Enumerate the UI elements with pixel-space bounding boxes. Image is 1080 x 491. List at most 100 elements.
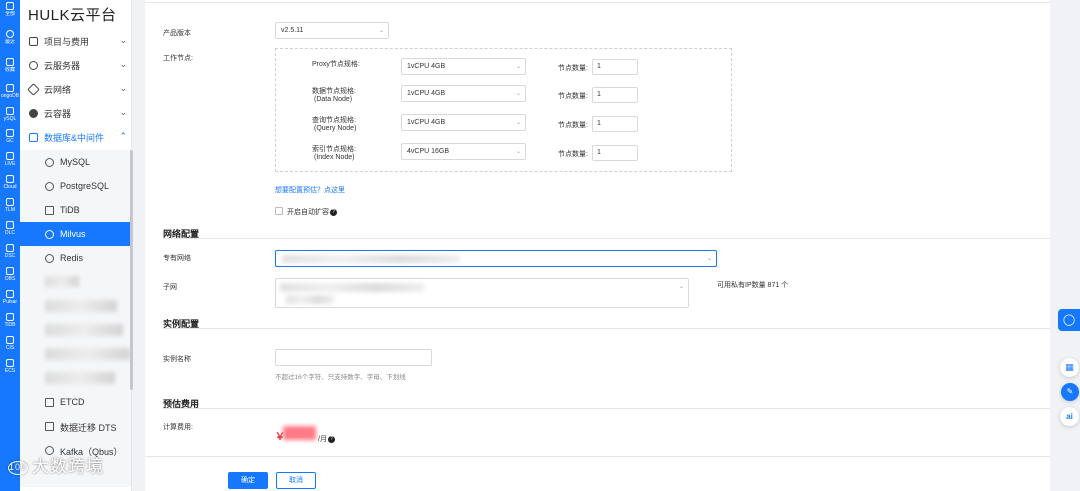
brand-logo: HULK云平台 [28, 7, 117, 24]
nav-item-redis[interactable]: Redis [20, 246, 131, 271]
rail-mysql[interactable]: ySQL [0, 107, 20, 122]
query-count-input[interactable]: 1 [592, 116, 638, 132]
nav-group-database[interactable]: 数据库&中间件 ⌃ [20, 126, 131, 150]
config-estimate-link[interactable]: 想要配置预估？点这里 [275, 185, 345, 195]
proxy-count-input[interactable]: 1 [592, 59, 638, 75]
index-spec-select[interactable]: 4vCPU 16GB ⌄ [401, 143, 526, 160]
rail-mongodb[interactable]: ongoDB [0, 84, 20, 99]
grid-icon: ▦ [1065, 362, 1074, 372]
edit-float-button[interactable]: ✎ [1061, 383, 1079, 401]
ecs-icon [6, 359, 14, 367]
vpc-label: 专有网络 [163, 255, 191, 262]
redacted-nav-item [45, 372, 115, 384]
customer-service-tab[interactable]: ◯ [1058, 309, 1080, 331]
rail-dlc[interactable]: DLC [0, 221, 20, 236]
cancel-button[interactable]: 取消 [276, 472, 316, 489]
rail-tidb[interactable]: TiDB [0, 313, 20, 328]
grid-icon [6, 2, 14, 10]
chevron-down-icon: ⌄ [515, 120, 521, 126]
rail-tlm[interactable]: TLM [0, 198, 20, 213]
rail-all[interactable]: 全部 [0, 2, 20, 17]
vpc-select[interactable]: ⌄ [275, 250, 717, 267]
data-count-input[interactable]: 1 [592, 87, 638, 103]
database-icon [29, 133, 38, 142]
dts-icon [45, 422, 54, 431]
apps-float-button[interactable]: ▦ [1060, 358, 1079, 377]
nav-item-mysql[interactable]: MySQL [20, 150, 131, 175]
rail-cis[interactable]: CIS [0, 336, 20, 351]
nav-item-etcd[interactable]: ETCD [20, 390, 131, 415]
nav-item-redacted[interactable] [20, 294, 131, 319]
version-label: 产品版本 [163, 30, 191, 37]
rail-dsc[interactable]: DSC [0, 244, 20, 259]
query-spec-label: 查询节点规格: [312, 117, 356, 124]
dlc-icon [6, 221, 14, 229]
instance-name-hint: 不超过16个字符、只支持数字、字母、下划线 [275, 374, 406, 381]
redacted-nav-item [45, 300, 117, 312]
rail-favorites[interactable]: 收藏 [0, 58, 20, 73]
sidebar-scrollbar[interactable] [130, 150, 133, 390]
confirm-button[interactable]: 确定 [228, 472, 268, 489]
autoscale-text: 开启自动扩容 [287, 209, 329, 216]
nav-item-label: ETCD [60, 397, 85, 407]
watermark-text: 大数跨境 [32, 457, 104, 476]
nav-group-network[interactable]: 云网络 ⌄ [20, 78, 131, 102]
version-select[interactable]: v2.5.11 ⌄ [275, 22, 389, 39]
chevron-up-icon: ⌃ [119, 131, 127, 141]
help-icon[interactable]: ? [327, 435, 335, 443]
autoscale-label: 开启自动扩容? [287, 207, 337, 217]
proxy-spec-select[interactable]: 1vCPU 4GB ⌄ [401, 58, 526, 75]
mysql-rail-icon [6, 107, 14, 115]
instance-name-input[interactable] [275, 349, 432, 366]
ai-float-button[interactable]: ai [1060, 407, 1079, 426]
divider [145, 0, 1050, 3]
nav-group-label: 数据库&中间件 [44, 133, 105, 143]
rail-gc[interactable]: GC [0, 129, 20, 144]
help-icon[interactable]: ? [330, 208, 337, 216]
index-count-input[interactable]: 1 [592, 145, 638, 161]
redacted-nav-item [45, 324, 123, 336]
tidb-icon [45, 206, 54, 215]
nav-group-cloud-server[interactable]: 云服务器 ⌄ [20, 54, 131, 78]
rail-recent[interactable]: 最近 [0, 30, 20, 45]
rail-ecs[interactable]: ECS [0, 359, 20, 374]
chevron-down-icon: ⌄ [515, 149, 521, 155]
subnet-label: 子网 [163, 284, 177, 291]
ai-icon: ai [1066, 412, 1073, 421]
gc-icon [6, 129, 14, 137]
nav-group-container[interactable]: 云容器 ⌄ [20, 102, 131, 126]
nav-item-dts[interactable]: 数据迁移 DTS [20, 414, 131, 439]
spec-value: 4vCPU 16GB [407, 148, 450, 155]
chevron-down-icon: ⌄ [706, 256, 712, 262]
nav-group-label: 云容器 [44, 109, 72, 119]
rail-pulsar[interactable]: Pulsar [0, 290, 20, 305]
chevron-down-icon: ⌄ [119, 107, 127, 117]
nav-item-milvus[interactable]: Milvus [20, 222, 131, 247]
nav-item-redacted[interactable] [20, 366, 131, 391]
proxy-spec-label: Proxy节点规格: [312, 61, 360, 68]
chevron-down-icon: ⌄ [515, 91, 521, 97]
spec-value: 1vCPU 4GB [407, 119, 446, 126]
nav-item-label: Redis [60, 253, 84, 263]
fee-label: 计算费用: [163, 424, 193, 431]
ip-count-text: 可用私有IP数量 871 个 [717, 282, 789, 289]
autoscale-checkbox[interactable] [275, 207, 283, 215]
data-spec-select[interactable]: 1vCPU 4GB ⌄ [401, 85, 526, 102]
nav-item-redacted[interactable] [20, 270, 131, 295]
obs-icon [6, 267, 14, 275]
nav-item-postgresql[interactable]: PostgreSQL [20, 174, 131, 199]
nav-item-redacted[interactable] [20, 318, 131, 343]
query-spec-select[interactable]: 1vCPU 4GB ⌄ [401, 114, 526, 131]
rail-obs[interactable]: OBS [0, 267, 20, 282]
nav-group-project[interactable]: 项目与费用 ⌄ [20, 30, 131, 54]
postgresql-icon [45, 182, 54, 191]
mongodb-icon [6, 84, 14, 92]
rail-cloud[interactable]: Cloud [0, 175, 20, 190]
rail-live[interactable]: LIVE [0, 152, 20, 167]
nav-item-redacted[interactable] [20, 342, 131, 367]
etcd-icon [45, 398, 54, 407]
nav-item-tidb[interactable]: TiDB [20, 198, 131, 223]
index-spec-label: 索引节点规格: [312, 146, 356, 153]
subnet-select[interactable]: ⌄ [275, 278, 689, 308]
node-count-label: 节点数量: [558, 151, 588, 158]
